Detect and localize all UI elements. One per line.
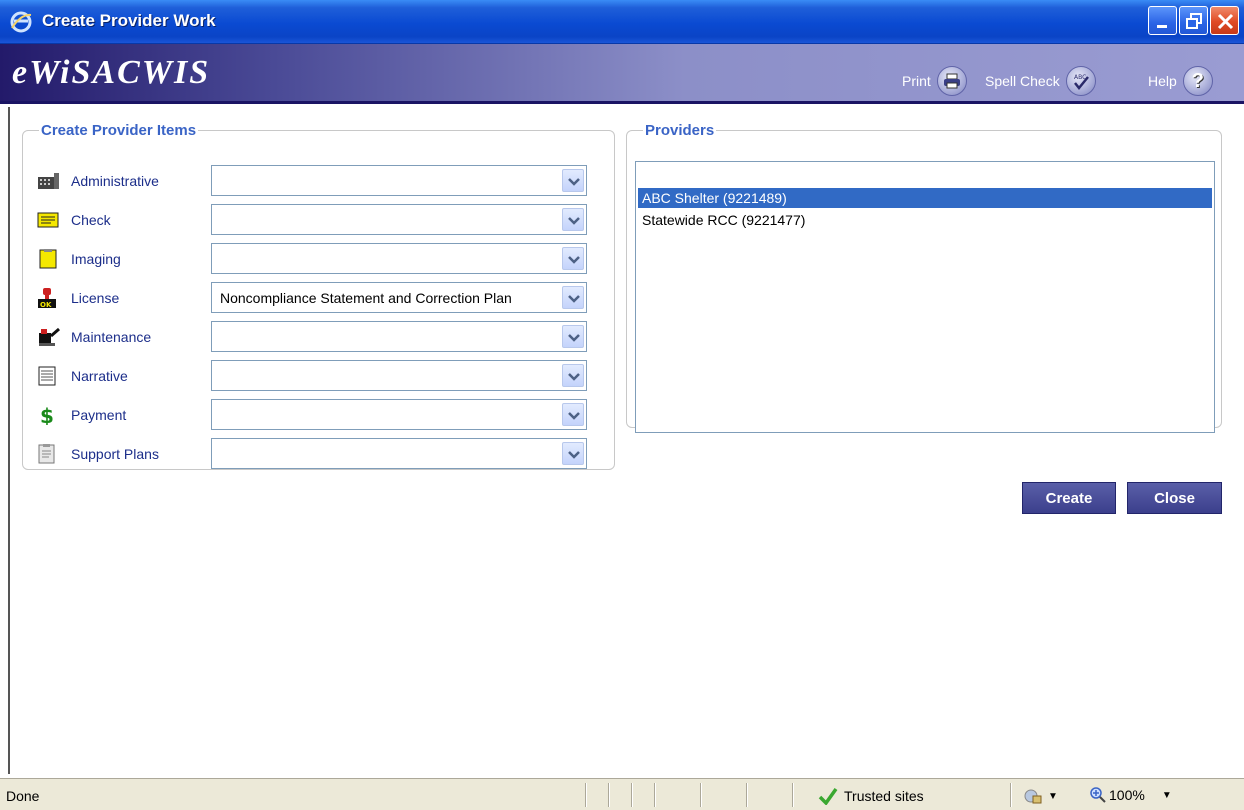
check-select[interactable] (211, 204, 587, 235)
spell-check-label: Spell Check (985, 73, 1060, 89)
item-row-license: OK License Noncompliance Statement and C… (37, 282, 607, 314)
window-titlebar: Create Provider Work (0, 0, 1244, 44)
item-row-check: Check (37, 204, 607, 236)
help-icon: ? (1182, 66, 1213, 96)
item-row-support-plans: Support Plans (37, 438, 607, 470)
maintenance-label: Maintenance (71, 329, 152, 345)
close-window-button[interactable] (1210, 6, 1239, 35)
help-label: Help (1148, 73, 1177, 89)
item-row-payment: $ Payment (37, 399, 607, 431)
spell-check-link[interactable]: Spell Check ABC (985, 66, 1096, 96)
provider-item[interactable]: Statewide RCC (9221477) (638, 210, 1212, 230)
status-divider (792, 783, 794, 807)
chevron-down-icon[interactable] (562, 403, 584, 426)
license-icon: OK (38, 288, 56, 308)
window-title: Create Provider Work (42, 11, 216, 30)
narrative-icon (38, 366, 56, 386)
restore-icon (1186, 13, 1202, 29)
close-icon (1217, 13, 1234, 30)
imaging-select[interactable] (211, 243, 587, 274)
providers-listbox[interactable]: ABC Shelter (9221489) Statewide RCC (922… (635, 161, 1215, 433)
protected-mode-icon (1024, 789, 1042, 804)
status-divider (585, 783, 587, 807)
status-divider (1010, 783, 1012, 807)
chevron-down-icon[interactable] (562, 208, 584, 231)
status-divider (608, 783, 610, 807)
chevron-down-icon[interactable] (562, 364, 584, 387)
support-plans-select[interactable] (211, 438, 587, 469)
create-provider-items-legend: Create Provider Items (41, 122, 197, 139)
narrative-label: Narrative (71, 368, 128, 384)
chevron-down-icon[interactable] (562, 442, 584, 465)
zoom-icon (1090, 787, 1106, 803)
status-bar: Done Trusted sites ▼ 100% ▼ (0, 778, 1244, 810)
security-zone: Trusted sites (818, 787, 924, 805)
imaging-label: Imaging (71, 251, 121, 267)
check-label: Check (71, 212, 111, 228)
license-label: License (71, 290, 120, 306)
maintenance-select[interactable] (211, 321, 587, 352)
protected-mode-toggle[interactable]: ▼ (1022, 787, 1058, 805)
close-button-label: Close (1154, 489, 1195, 507)
chevron-down-icon: ▼ (1161, 789, 1172, 801)
internet-explorer-icon (10, 11, 32, 33)
status-divider (631, 783, 633, 807)
license-select-value: Noncompliance Statement and Correction P… (220, 290, 512, 306)
payment-label: Payment (71, 407, 127, 423)
imaging-icon (39, 249, 57, 269)
zoom-label: 100% (1109, 787, 1145, 803)
minimize-button[interactable] (1148, 6, 1177, 35)
provider-item[interactable]: ABC Shelter (9221489) (638, 188, 1212, 208)
narrative-select[interactable] (211, 360, 587, 391)
zoom-control[interactable]: 100% ▼ (1090, 787, 1172, 803)
print-icon (936, 66, 967, 96)
print-label: Print (902, 73, 931, 89)
administrative-icon (38, 173, 59, 189)
payment-icon: $ (40, 405, 54, 425)
payment-select[interactable] (211, 399, 587, 430)
content-border (8, 107, 10, 774)
brand-logo: eWiSACWIS (12, 54, 211, 91)
minimize-icon (1157, 25, 1167, 28)
support-plans-icon (38, 444, 55, 464)
svg-text:OK: OK (40, 301, 52, 308)
item-row-imaging: Imaging (37, 243, 607, 275)
chevron-down-icon: ▼ (1048, 790, 1058, 802)
maintenance-icon (39, 327, 60, 346)
restore-button[interactable] (1179, 6, 1208, 35)
item-row-maintenance: Maintenance (37, 321, 607, 353)
close-button[interactable]: Close (1127, 482, 1222, 514)
providers-group: Providers ABC Shelter (9221489) Statewid… (626, 122, 1222, 433)
administrative-label: Administrative (71, 173, 159, 189)
print-link[interactable]: Print (902, 66, 967, 96)
chevron-down-icon[interactable] (562, 325, 584, 348)
create-button-label: Create (1045, 489, 1093, 507)
chevron-down-icon[interactable] (562, 286, 584, 309)
help-link[interactable]: Help ? (1148, 66, 1213, 96)
check-icon (37, 212, 59, 228)
status-divider (746, 783, 748, 807)
item-row-administrative: Administrative (37, 165, 607, 197)
providers-legend: Providers (645, 122, 715, 139)
status-divider (654, 783, 656, 807)
svg-text:$: $ (40, 405, 54, 425)
create-provider-items-group: Create Provider Items Administrative Che… (22, 122, 615, 470)
chevron-down-icon[interactable] (562, 247, 584, 270)
zone-label: Trusted sites (844, 788, 924, 804)
checkmark-icon (818, 787, 838, 805)
chevron-down-icon[interactable] (562, 169, 584, 192)
item-row-narrative: Narrative (37, 360, 607, 392)
status-text: Done (6, 788, 40, 804)
status-divider (700, 783, 702, 807)
spell-check-icon: ABC (1065, 66, 1096, 96)
create-button[interactable]: Create (1022, 482, 1116, 514)
support-plans-label: Support Plans (71, 446, 159, 462)
administrative-select[interactable] (211, 165, 587, 196)
license-select[interactable]: Noncompliance Statement and Correction P… (211, 282, 587, 313)
